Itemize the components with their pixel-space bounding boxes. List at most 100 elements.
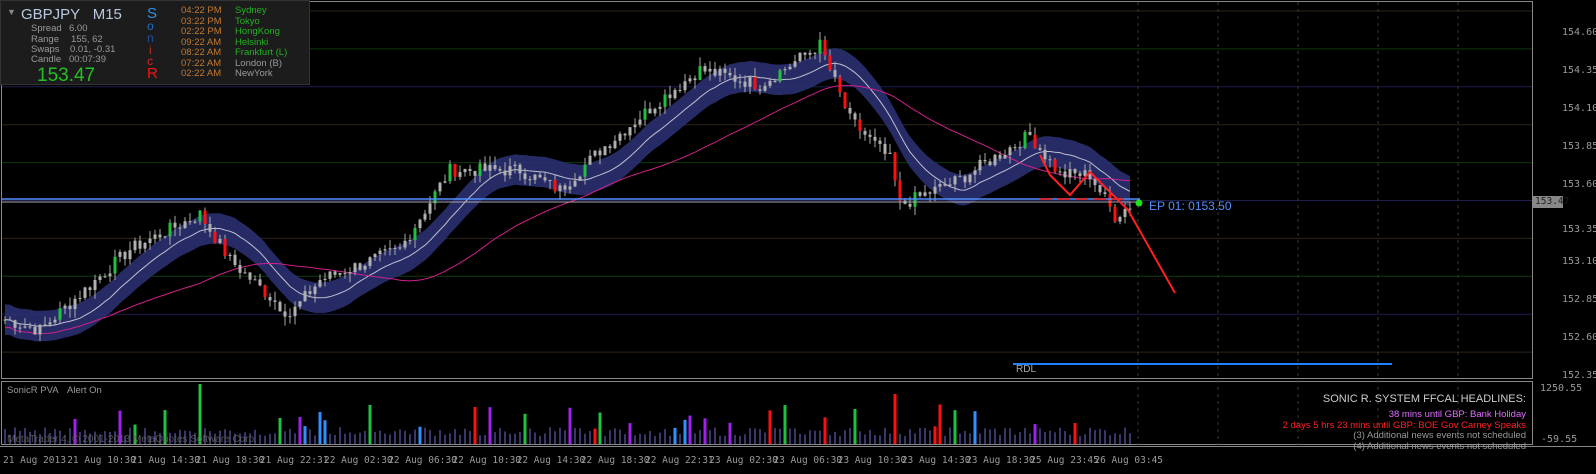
indicator-min: -59.55	[1541, 434, 1578, 445]
volume-bar	[374, 431, 376, 444]
volume-bar	[619, 429, 621, 444]
candle-body	[158, 234, 162, 238]
time-axis-label: 22 Aug 14:30	[516, 455, 586, 466]
volume-bar	[754, 428, 756, 444]
candle-body	[768, 80, 772, 86]
volume-bar	[914, 433, 916, 444]
candle-body	[163, 236, 167, 238]
candle-body	[518, 164, 522, 174]
candle-body	[503, 170, 507, 176]
candle-body	[373, 254, 377, 258]
candle-body	[78, 297, 82, 299]
candle-body	[598, 150, 602, 156]
candle-body	[183, 221, 187, 229]
candle-body	[763, 85, 767, 91]
volume-bar	[893, 394, 897, 444]
volume-bar	[544, 433, 546, 444]
volume-bar	[354, 434, 356, 444]
symbol: GBPJPY M15	[21, 6, 122, 23]
volume-bar	[1049, 430, 1051, 444]
candle-body	[393, 247, 397, 249]
volume-bar	[349, 432, 351, 444]
volume-bar	[703, 418, 707, 444]
volume-bar	[694, 433, 696, 444]
volume-bar	[719, 435, 721, 444]
candle-body	[793, 61, 797, 67]
news-item: 2 days 5 hrs 23 mins until GBP: BOE Gov …	[1282, 419, 1526, 431]
candle-body	[843, 92, 847, 108]
volume-bar	[728, 422, 732, 444]
candle-body	[823, 39, 827, 56]
candle-body	[673, 89, 677, 99]
candle-body	[998, 154, 1002, 159]
volume-bar	[409, 434, 411, 444]
candle-body	[688, 78, 692, 82]
volume-bar	[1114, 433, 1116, 444]
volume-bar	[484, 434, 486, 444]
candle-body	[1028, 131, 1032, 135]
candle-body	[368, 257, 372, 266]
candle-body	[828, 55, 832, 71]
volume-bar	[823, 417, 827, 444]
candle-body	[48, 322, 52, 325]
news-item: (3) Additional news events not scheduled	[1353, 430, 1526, 442]
volume-bar	[749, 428, 751, 444]
volume-bar	[1033, 424, 1037, 444]
price-axis-label: 153.35	[1562, 223, 1596, 235]
volume-bar	[904, 435, 906, 444]
volume-bar	[529, 428, 531, 444]
volume-bar	[839, 435, 841, 444]
volume-bar	[1014, 434, 1016, 444]
volume-bar	[614, 428, 616, 444]
volume-bar	[384, 433, 386, 444]
volume-bar	[933, 426, 937, 444]
indicator-max: 1250.55	[1540, 383, 1583, 394]
candle-body	[528, 179, 532, 181]
candle-body	[718, 68, 722, 76]
volume-bar	[499, 428, 501, 444]
volume-bar	[724, 435, 726, 444]
candle-body	[308, 291, 312, 294]
candle-body	[193, 221, 197, 223]
candle-body	[1113, 206, 1117, 222]
volume-bar	[1009, 428, 1011, 444]
volume-bar	[1024, 428, 1026, 444]
volume-bar	[1079, 435, 1081, 444]
candle-body	[1078, 173, 1082, 177]
volume-bar	[309, 429, 311, 444]
volume-bar	[994, 428, 996, 444]
candle-body	[973, 170, 977, 175]
candle-body	[138, 240, 142, 249]
session-time: 09:22 AM	[181, 36, 222, 48]
collapse-triangle-icon[interactable]: ▼	[7, 7, 16, 17]
candle-body	[1058, 171, 1062, 173]
candle-body	[603, 146, 607, 156]
volume-bar	[394, 431, 396, 444]
volume-bar	[434, 435, 436, 444]
candle-body	[863, 130, 867, 135]
candle-body	[288, 316, 292, 318]
candle-body	[593, 150, 597, 156]
volume-bar	[889, 433, 891, 444]
candle-label: Candle	[31, 54, 62, 65]
time-axis-label: 21 Aug 14:30	[131, 455, 201, 466]
volume-bar	[598, 412, 602, 444]
news-item: 38 mins until GBP: Bank Holiday	[1388, 409, 1526, 420]
candle-body	[478, 163, 482, 176]
time-axis-label: 23 Aug 18:30	[966, 455, 1035, 466]
candle-body	[663, 94, 667, 107]
candle-body	[743, 81, 747, 87]
session-time: 03:22 PM	[181, 15, 222, 27]
time-axis-label: 21 Aug 18:30	[195, 455, 265, 466]
candle-body	[563, 185, 567, 190]
candle-body	[608, 146, 612, 149]
candle-body	[188, 221, 192, 223]
volume-bar	[804, 434, 806, 444]
session-time: 02:22 AM	[181, 68, 222, 79]
volume-bar	[819, 430, 821, 444]
candle-body	[708, 68, 712, 72]
news-item: (4) Additional news events not scheduled	[1353, 441, 1526, 453]
candle-body	[908, 203, 912, 207]
candle-body	[353, 263, 357, 273]
volume-bar	[899, 433, 901, 444]
